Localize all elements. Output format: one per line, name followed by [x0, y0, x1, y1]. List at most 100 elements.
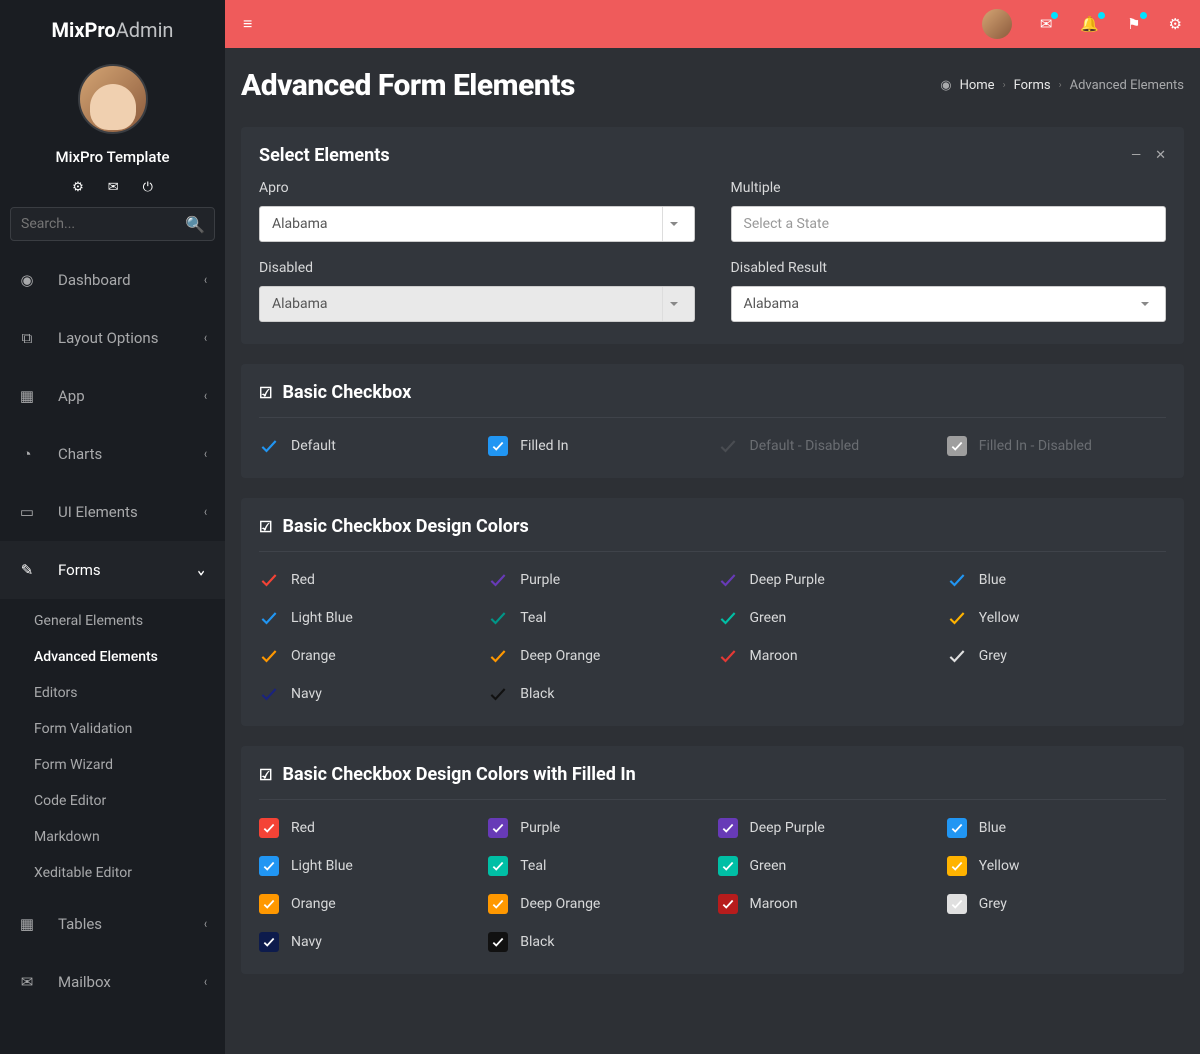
breadcrumb-home[interactable]: Home [960, 78, 995, 93]
flag-icon[interactable]: ⚑ [1127, 15, 1140, 33]
checkbox-label: Purple [520, 820, 560, 836]
divider [259, 799, 1166, 800]
checkbox-label: Navy [291, 934, 322, 950]
checkbox-teal[interactable]: Teal [488, 608, 707, 628]
nav-charts[interactable]: ◔Charts ‹ [0, 425, 225, 483]
checkbox-light-blue[interactable]: Light Blue [259, 608, 478, 628]
checkbox-label: Orange [291, 896, 336, 912]
sub-general-elements[interactable]: General Elements [0, 603, 225, 639]
select-multiple[interactable]: Select a State [731, 206, 1167, 242]
mail-icon[interactable]: ✉ [108, 180, 119, 195]
check-icon [488, 570, 508, 590]
notification-dot [1098, 12, 1105, 19]
sub-advanced-elements[interactable]: Advanced Elements [0, 639, 225, 675]
checkbox-black[interactable]: Black [488, 932, 707, 952]
sub-form-wizard[interactable]: Form Wizard [0, 747, 225, 783]
filled-checkbox-icon [488, 856, 508, 876]
checkbox-filled-in---disabled: Filled In - Disabled [947, 436, 1166, 456]
sub-code-editor[interactable]: Code Editor [0, 783, 225, 819]
bell-icon[interactable]: 🔔 [1080, 15, 1099, 33]
select-disabled: Alabama [259, 286, 695, 322]
mail-icon[interactable]: ✉ [1040, 15, 1053, 33]
avatar-large[interactable] [78, 64, 148, 134]
checkbox-orange[interactable]: Orange [259, 894, 478, 914]
checkbox-maroon[interactable]: Maroon [718, 646, 937, 666]
check-icon [488, 646, 508, 666]
checkbox-grey[interactable]: Grey [947, 646, 1166, 666]
checkbox-navy[interactable]: Navy [259, 932, 478, 952]
panel-title-text: Basic Checkbox Design Colors with Filled… [282, 764, 635, 785]
checkbox-filled-in[interactable]: Filled In [488, 436, 707, 456]
gear-icon[interactable]: ⚙ [1169, 15, 1182, 33]
nav-forms[interactable]: ✎Forms [0, 541, 225, 599]
topbar: ≡ ✉ 🔔 ⚑ ⚙ [225, 0, 1200, 48]
sub-editors[interactable]: Editors [0, 675, 225, 711]
dashboard-icon: ◉ [18, 271, 36, 289]
checkbox-default[interactable]: Default [259, 436, 478, 456]
divider [259, 417, 1166, 418]
nav-mailbox[interactable]: ✉Mailbox ‹ [0, 953, 225, 1011]
checkbox-label: Filled In [520, 438, 568, 454]
checkbox-light-blue[interactable]: Light Blue [259, 856, 478, 876]
checkbox-yellow[interactable]: Yellow [947, 608, 1166, 628]
checkbox-green[interactable]: Green [718, 856, 937, 876]
minimize-icon[interactable]: — [1131, 148, 1141, 163]
power-icon[interactable]: ⏻ [143, 180, 153, 195]
nav-app[interactable]: ▦App ‹ [0, 367, 225, 425]
checkbox-teal[interactable]: Teal [488, 856, 707, 876]
checkbox-orange[interactable]: Orange [259, 646, 478, 666]
sub-markdown[interactable]: Markdown [0, 819, 225, 855]
search-icon[interactable]: 🔍 [185, 215, 205, 234]
select-apro[interactable]: Alabama [259, 206, 695, 242]
brand-logo[interactable]: MixProAdmin [0, 0, 225, 54]
checkbox-label: Grey [979, 896, 1007, 912]
nav-ui-elements[interactable]: ▭UI Elements ‹ [0, 483, 225, 541]
label-disabled-result: Disabled Result [731, 260, 1167, 276]
checkbox-default---disabled: Default - Disabled [718, 436, 937, 456]
checkbox-label: Deep Orange [520, 648, 600, 664]
checkbox-black[interactable]: Black [488, 684, 707, 704]
check-icon [259, 570, 279, 590]
search-box: 🔍 [10, 207, 215, 241]
checkbox-yellow[interactable]: Yellow [947, 856, 1166, 876]
sub-form-validation[interactable]: Form Validation [0, 711, 225, 747]
avatar-small[interactable] [982, 9, 1012, 39]
select-disabled-result[interactable]: Alabama [731, 286, 1167, 322]
checkbox-deep-purple[interactable]: Deep Purple [718, 818, 937, 838]
nav-layout-options[interactable]: ⧉Layout Options ‹ [0, 309, 225, 367]
breadcrumb: ◉ Home › Forms › Advanced Elements [940, 78, 1184, 93]
checkbox-blue[interactable]: Blue [947, 818, 1166, 838]
sub-xeditable-editor[interactable]: Xeditable Editor [0, 855, 225, 891]
checkbox-deep-orange[interactable]: Deep Orange [488, 894, 707, 914]
nav-dashboard[interactable]: ◉Dashboard ‹ [0, 251, 225, 309]
check-icon [718, 570, 738, 590]
chevron-right-icon: › [1003, 80, 1006, 91]
checkbox-label: Green [750, 858, 787, 874]
nav-label: App [58, 387, 85, 405]
chevron-left-icon: ‹ [204, 916, 207, 931]
select-placeholder: Select a State [744, 216, 830, 232]
nav-forms-submenu: General Elements Advanced Elements Edito… [0, 599, 225, 895]
checkbox-maroon[interactable]: Maroon [718, 894, 937, 914]
nav-tables[interactable]: ▦Tables ‹ [0, 895, 225, 953]
checkbox-purple[interactable]: Purple [488, 570, 707, 590]
menu-toggle-icon[interactable]: ≡ [243, 14, 252, 34]
check-icon [488, 608, 508, 628]
close-icon[interactable]: ✕ [1155, 148, 1166, 163]
checkbox-navy[interactable]: Navy [259, 684, 478, 704]
check-icon [259, 608, 279, 628]
checkbox-red[interactable]: Red [259, 818, 478, 838]
panel-title-text: Basic Checkbox [282, 382, 411, 403]
checkbox-purple[interactable]: Purple [488, 818, 707, 838]
checkbox-green[interactable]: Green [718, 608, 937, 628]
checkbox-blue[interactable]: Blue [947, 570, 1166, 590]
checkbox-grey[interactable]: Grey [947, 894, 1166, 914]
checkbox-label: Teal [520, 858, 546, 874]
chevron-left-icon: ‹ [204, 388, 207, 403]
checkbox-deep-orange[interactable]: Deep Orange [488, 646, 707, 666]
checkbox-red[interactable]: Red [259, 570, 478, 590]
filled-checkbox-icon [947, 436, 967, 456]
gear-icon[interactable]: ⚙ [72, 180, 84, 195]
breadcrumb-forms[interactable]: Forms [1014, 78, 1051, 93]
checkbox-deep-purple[interactable]: Deep Purple [718, 570, 937, 590]
